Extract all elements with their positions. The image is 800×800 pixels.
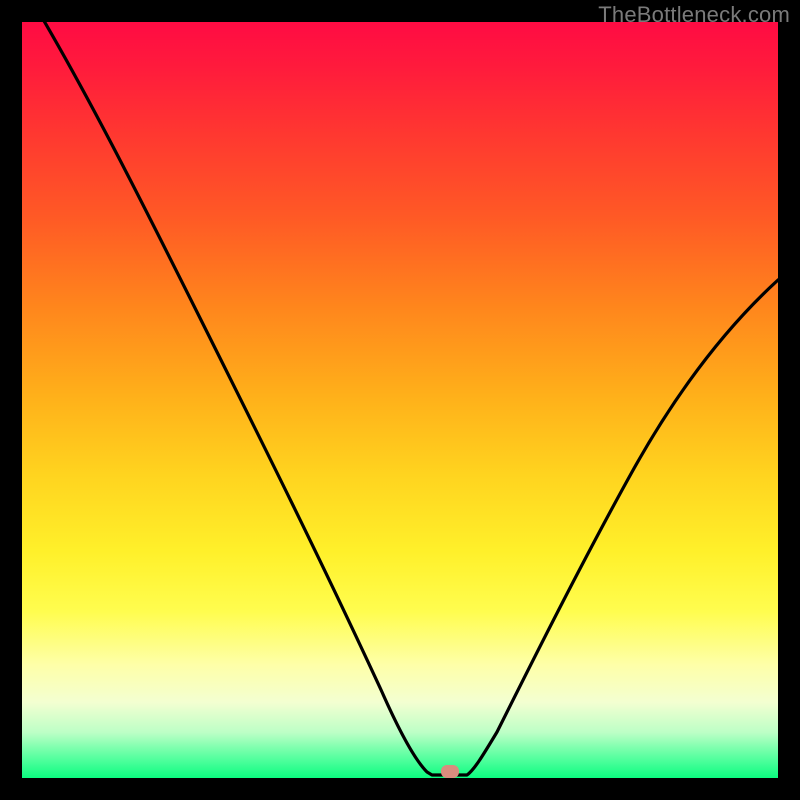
plot-area (22, 22, 778, 778)
curve-path (22, 22, 778, 775)
bottleneck-curve (22, 22, 778, 778)
chart-frame: TheBottleneck.com (0, 0, 800, 800)
optimal-point-marker (441, 765, 459, 778)
watermark-text: TheBottleneck.com (598, 2, 790, 28)
